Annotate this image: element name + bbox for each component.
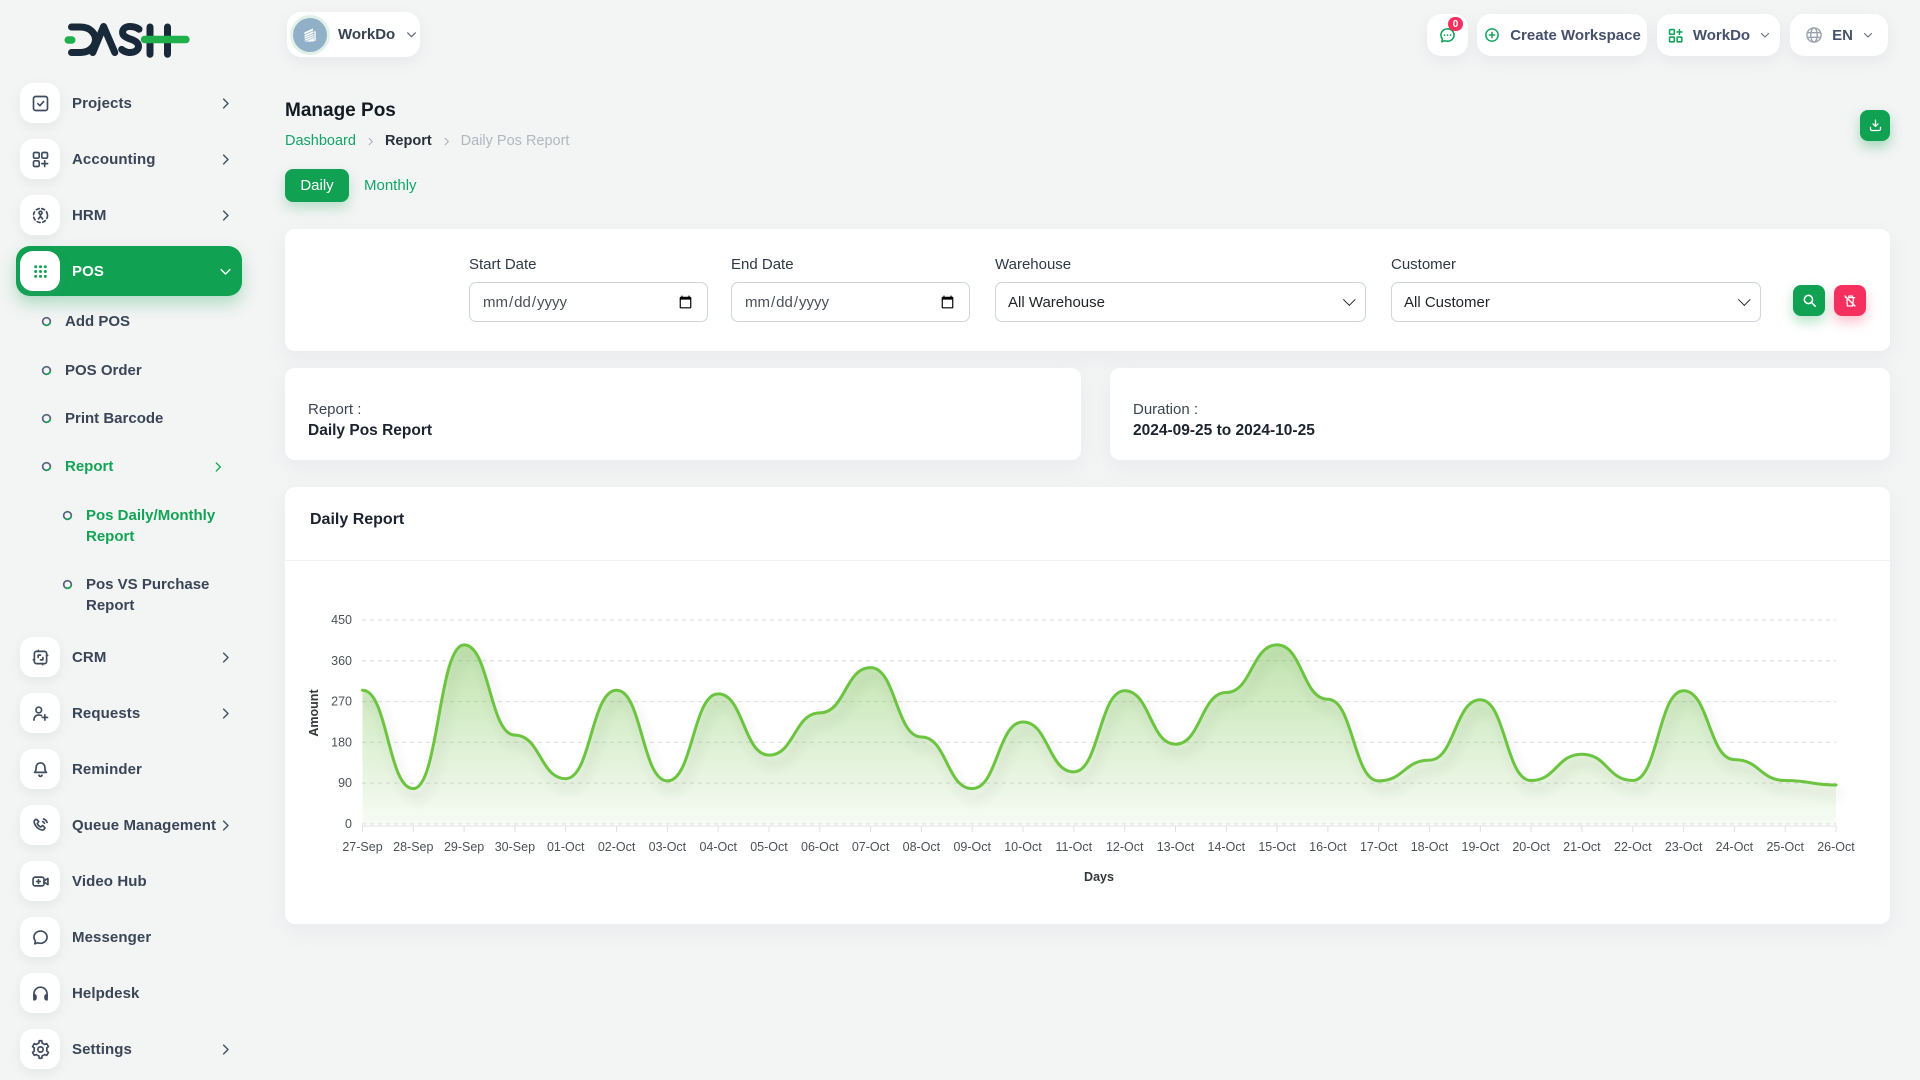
svg-text:04-Oct: 04-Oct — [699, 840, 737, 854]
svg-text:01-Oct: 01-Oct — [547, 840, 585, 854]
svg-text:20-Oct: 20-Oct — [1512, 840, 1550, 854]
svg-text:19-Oct: 19-Oct — [1462, 840, 1500, 854]
svg-text:06-Oct: 06-Oct — [801, 840, 839, 854]
svg-text:08-Oct: 08-Oct — [903, 840, 941, 854]
svg-text:25-Oct: 25-Oct — [1766, 840, 1804, 854]
svg-text:11-Oct: 11-Oct — [1056, 840, 1093, 854]
svg-text:14-Oct: 14-Oct — [1208, 840, 1246, 854]
svg-text:13-Oct: 13-Oct — [1157, 840, 1195, 854]
svg-text:17-Oct: 17-Oct — [1360, 840, 1398, 854]
svg-text:07-Oct: 07-Oct — [852, 840, 890, 854]
svg-text:30-Sep: 30-Sep — [495, 840, 535, 854]
svg-text:05-Oct: 05-Oct — [750, 840, 788, 854]
svg-text:12-Oct: 12-Oct — [1106, 840, 1144, 854]
svg-text:18-Oct: 18-Oct — [1411, 840, 1449, 854]
svg-text:0: 0 — [345, 817, 352, 831]
svg-text:28-Sep: 28-Sep — [393, 840, 433, 854]
svg-text:Days: Days — [1084, 870, 1114, 884]
svg-text:03-Oct: 03-Oct — [649, 840, 687, 854]
svg-text:360: 360 — [331, 654, 352, 668]
svg-text:180: 180 — [331, 735, 352, 749]
svg-text:23-Oct: 23-Oct — [1665, 840, 1703, 854]
svg-text:02-Oct: 02-Oct — [598, 840, 636, 854]
svg-text:24-Oct: 24-Oct — [1716, 840, 1754, 854]
svg-text:16-Oct: 16-Oct — [1309, 840, 1347, 854]
svg-text:450: 450 — [331, 613, 352, 627]
svg-text:09-Oct: 09-Oct — [953, 840, 991, 854]
svg-text:22-Oct: 22-Oct — [1614, 840, 1652, 854]
svg-text:15-Oct: 15-Oct — [1258, 840, 1296, 854]
svg-text:10-Oct: 10-Oct — [1004, 840, 1042, 854]
svg-text:27-Sep: 27-Sep — [342, 840, 382, 854]
svg-text:26-Oct: 26-Oct — [1817, 840, 1855, 854]
svg-text:Amount: Amount — [307, 689, 321, 737]
svg-text:29-Sep: 29-Sep — [444, 840, 484, 854]
svg-text:90: 90 — [338, 776, 352, 790]
svg-text:270: 270 — [331, 695, 352, 709]
svg-text:21-Oct: 21-Oct — [1563, 840, 1601, 854]
